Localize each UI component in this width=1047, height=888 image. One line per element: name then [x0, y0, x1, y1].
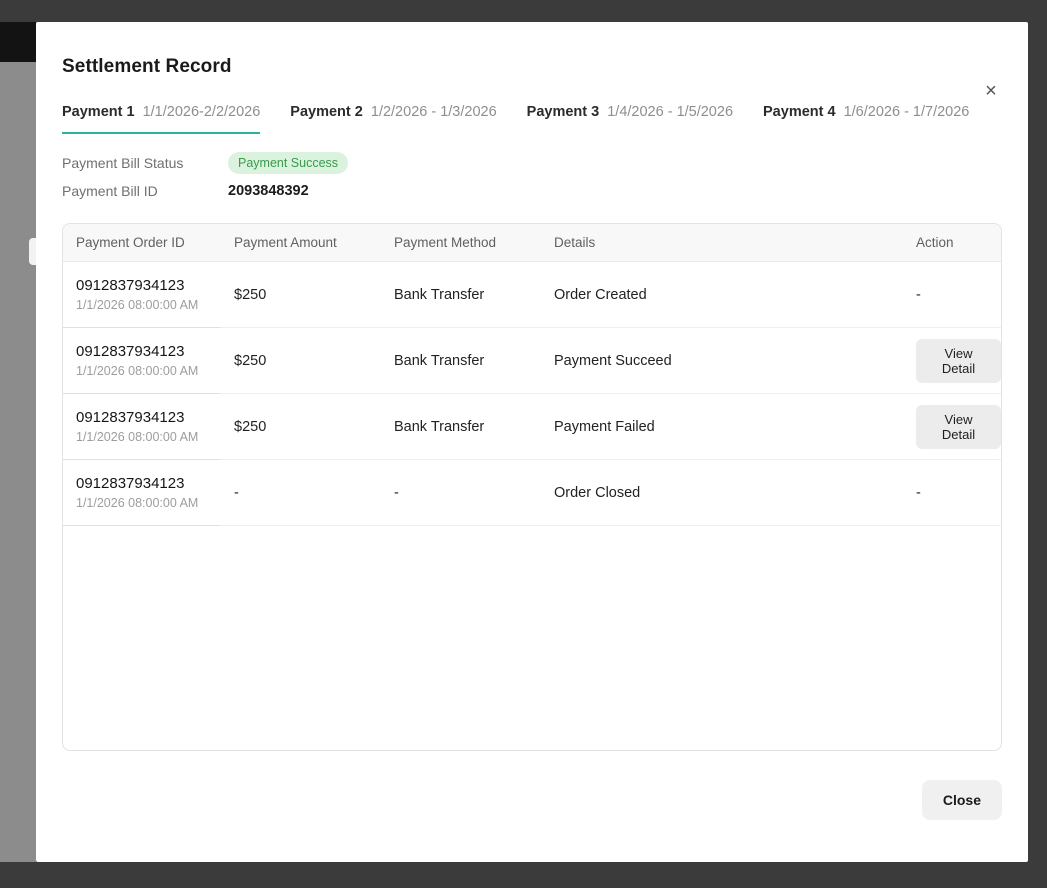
- bill-status-row: Payment Bill Status Payment Success: [62, 152, 1002, 174]
- payment-tabs: Payment 1 1/1/2026-2/2/2026 Payment 2 1/…: [62, 104, 1002, 134]
- tab-date-range: 1/6/2026 - 1/7/2026: [844, 104, 970, 120]
- close-button[interactable]: Close: [922, 780, 1002, 820]
- close-icon[interactable]: ×: [978, 78, 1004, 104]
- modal-title: Settlement Record: [62, 56, 1002, 78]
- table-header-row: Payment Order ID Payment Amount Payment …: [63, 224, 1001, 262]
- column-header-action: Action: [903, 235, 1001, 250]
- view-detail-button[interactable]: View Detail: [916, 339, 1001, 383]
- tab-payment-3[interactable]: Payment 3 1/4/2026 - 1/5/2026: [527, 104, 733, 134]
- action-cell: -: [903, 287, 1001, 303]
- background-header-fragment: [0, 22, 36, 62]
- order-id-cell: 0912837934123 1/1/2026 08:00:00 AM: [63, 475, 221, 510]
- modal-footer: Close: [62, 780, 1002, 820]
- details-cell: Order Closed: [541, 485, 903, 501]
- view-detail-button[interactable]: View Detail: [916, 405, 1001, 449]
- tab-payment-1[interactable]: Payment 1 1/1/2026-2/2/2026: [62, 104, 260, 134]
- order-timestamp: 1/1/2026 08:00:00 AM: [76, 430, 221, 444]
- action-cell: -: [903, 485, 1001, 501]
- details-cell: Order Created: [541, 287, 903, 303]
- payment-orders-table: Payment Order ID Payment Amount Payment …: [62, 223, 1002, 751]
- bill-status-label: Payment Bill Status: [62, 155, 228, 171]
- tab-date-range: 1/1/2026-2/2/2026: [143, 104, 261, 120]
- order-id-cell: 0912837934123 1/1/2026 08:00:00 AM: [63, 409, 221, 444]
- order-id-cell: 0912837934123 1/1/2026 08:00:00 AM: [63, 277, 221, 312]
- method-cell: Bank Transfer: [381, 353, 541, 369]
- details-cell: Payment Failed: [541, 419, 903, 435]
- tab-label: Payment 2: [290, 104, 363, 120]
- amount-cell: $250: [221, 353, 381, 369]
- column-header-order-id: Payment Order ID: [63, 235, 221, 250]
- tab-label: Payment 1: [62, 104, 135, 120]
- background-notch: [29, 238, 36, 265]
- amount-cell: $250: [221, 287, 381, 303]
- tab-payment-2[interactable]: Payment 2 1/2/2026 - 1/3/2026: [290, 104, 496, 134]
- bill-id-value: 2093848392: [228, 183, 309, 199]
- order-id: 0912837934123: [76, 277, 221, 294]
- order-id-cell: 0912837934123 1/1/2026 08:00:00 AM: [63, 343, 221, 378]
- order-id: 0912837934123: [76, 343, 221, 360]
- order-id: 0912837934123: [76, 475, 221, 492]
- bill-info: Payment Bill Status Payment Success Paym…: [62, 152, 1002, 199]
- background-page-fragment: [0, 62, 36, 862]
- action-cell: View Detail: [903, 405, 1001, 449]
- method-cell: Bank Transfer: [381, 287, 541, 303]
- bill-id-label: Payment Bill ID: [62, 183, 228, 199]
- column-header-amount: Payment Amount: [221, 235, 381, 250]
- amount-cell: -: [221, 485, 381, 501]
- amount-cell: $250: [221, 419, 381, 435]
- details-cell: Payment Succeed: [541, 353, 903, 369]
- tab-label: Payment 4: [763, 104, 836, 120]
- table-row: 0912837934123 1/1/2026 08:00:00 AM $250 …: [63, 394, 1001, 460]
- bill-id-row: Payment Bill ID 2093848392: [62, 183, 1002, 199]
- method-cell: Bank Transfer: [381, 419, 541, 435]
- order-timestamp: 1/1/2026 08:00:00 AM: [76, 298, 221, 312]
- table-row: 0912837934123 1/1/2026 08:00:00 AM $250 …: [63, 262, 1001, 328]
- tab-label: Payment 3: [527, 104, 600, 120]
- tab-payment-4[interactable]: Payment 4 1/6/2026 - 1/7/2026: [763, 104, 969, 134]
- settlement-record-modal: Settlement Record × Payment 1 1/1/2026-2…: [36, 22, 1028, 862]
- column-header-details: Details: [541, 235, 903, 250]
- order-timestamp: 1/1/2026 08:00:00 AM: [76, 364, 221, 378]
- action-cell: View Detail: [903, 339, 1001, 383]
- payment-success-badge: Payment Success: [228, 152, 348, 174]
- table-row: 0912837934123 1/1/2026 08:00:00 AM - - O…: [63, 460, 1001, 526]
- order-id: 0912837934123: [76, 409, 221, 426]
- tab-date-range: 1/4/2026 - 1/5/2026: [607, 104, 733, 120]
- table-row: 0912837934123 1/1/2026 08:00:00 AM $250 …: [63, 328, 1001, 394]
- method-cell: -: [381, 485, 541, 501]
- column-header-method: Payment Method: [381, 235, 541, 250]
- order-timestamp: 1/1/2026 08:00:00 AM: [76, 496, 221, 510]
- tab-date-range: 1/2/2026 - 1/3/2026: [371, 104, 497, 120]
